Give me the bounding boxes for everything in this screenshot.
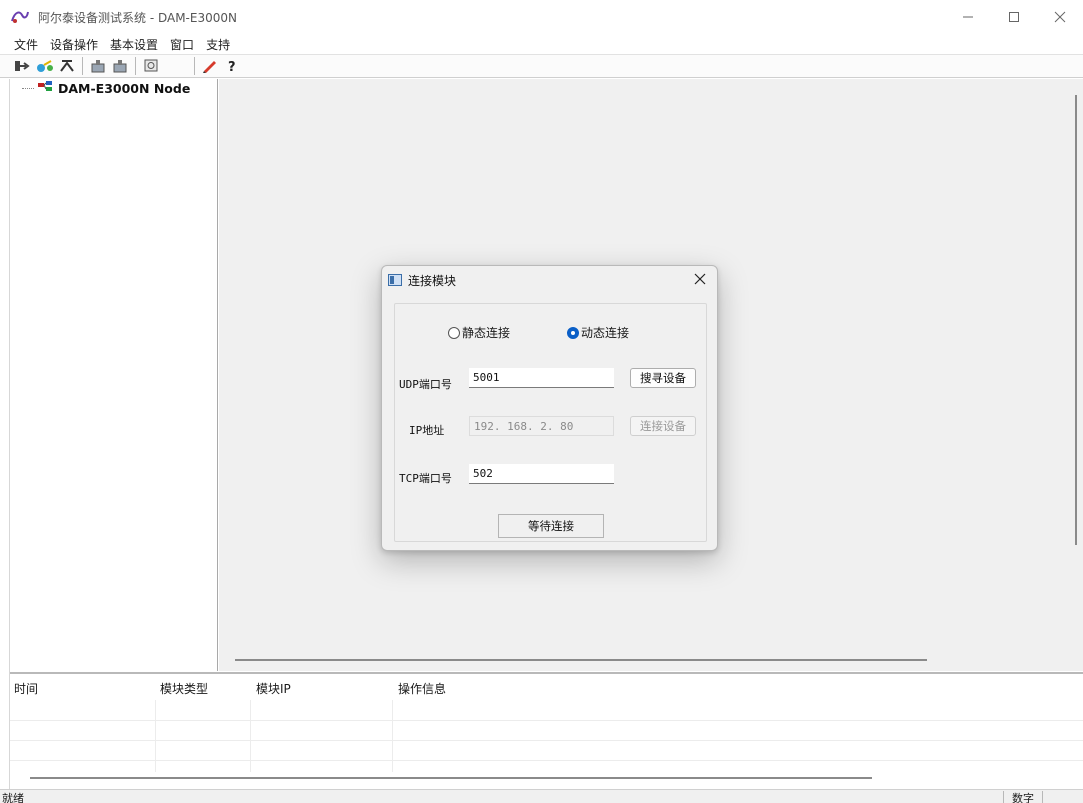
status-divider <box>1003 791 1004 803</box>
toolbar: ? <box>0 54 1083 78</box>
monitor-icon[interactable] <box>140 56 162 76</box>
tcp-port-label: TCP端口号 <box>399 472 452 485</box>
help-icon[interactable]: ? <box>221 56 243 76</box>
minimize-icon <box>963 16 973 18</box>
tree-node-label: DAM-E3000N Node <box>58 81 191 96</box>
module-config-icon[interactable] <box>87 56 109 76</box>
radio-dynamic-connection[interactable]: 动态连接 <box>567 324 629 341</box>
title-bar: 阿尔泰设备测试系统 - DAM-E3000N <box>0 0 1083 34</box>
close-button[interactable] <box>1037 0 1083 34</box>
log-row-divider <box>10 760 1083 761</box>
search-device-button[interactable]: 搜寻设备 <box>630 368 696 388</box>
radio-circle-selected <box>567 326 579 339</box>
module-config-2-icon[interactable] <box>109 56 131 76</box>
status-num-indicator: 数字 <box>1012 792 1034 803</box>
app-window: 阿尔泰设备测试系统 - DAM-E3000N 文件 设备操作 基本设置 窗口 支… <box>0 0 1083 803</box>
close-icon <box>694 273 706 285</box>
pen-icon[interactable] <box>199 56 221 76</box>
status-text: 就绪 <box>2 792 24 803</box>
connect-icon[interactable] <box>12 56 34 76</box>
log-row-divider <box>10 720 1083 721</box>
network-icon[interactable] <box>34 56 56 76</box>
toolbar-separator <box>135 57 136 75</box>
radio-dynamic-label: 动态连接 <box>581 326 630 340</box>
connect-module-dialog: 连接模块 静态连接 动态连接 UDP端口号 5001 搜寻设备 IP地址 192… <box>381 265 718 551</box>
log-col-divider <box>250 700 251 772</box>
connection-group: 静态连接 动态连接 UDP端口号 5001 搜寻设备 IP地址 192. 168… <box>394 303 707 542</box>
ip-address-label: IP地址 <box>409 424 445 437</box>
log-col-module-type[interactable]: 模块类型 <box>160 680 208 697</box>
udp-port-input[interactable]: 5001 <box>469 368 614 388</box>
disconnect-icon[interactable] <box>56 56 78 76</box>
svg-text:?: ? <box>228 60 236 73</box>
workspace-vertical-scrollbar[interactable] <box>1075 95 1077 545</box>
minimize-button[interactable] <box>945 0 991 34</box>
log-col-divider <box>155 700 156 772</box>
menu-basic-settings[interactable]: 基本设置 <box>104 36 164 53</box>
tree-pane: DAM-E3000N Node <box>10 79 218 671</box>
tcp-port-input[interactable]: 502 <box>469 464 614 484</box>
dialog-title-bar: 连接模块 <box>382 266 717 294</box>
maximize-icon <box>1009 12 1019 22</box>
window-title: 阿尔泰设备测试系统 - DAM-E3000N <box>38 10 237 25</box>
log-row-divider <box>10 740 1083 741</box>
node-icon <box>38 81 54 96</box>
status-divider <box>1042 791 1043 803</box>
close-icon <box>1054 11 1066 23</box>
udp-port-label: UDP端口号 <box>399 378 452 391</box>
dialog-title: 连接模块 <box>408 273 457 288</box>
menu-window[interactable]: 窗口 <box>164 36 200 53</box>
ip-address-input[interactable]: 192. 168. 2. 80 <box>469 416 614 436</box>
dialog-icon <box>388 274 402 286</box>
log-table <box>10 700 1083 772</box>
log-col-divider <box>392 700 393 772</box>
toolbar-separator <box>82 57 83 75</box>
log-col-time[interactable]: 时间 <box>14 680 38 697</box>
log-header: 时间 模块类型 模块IP 操作信息 <box>10 680 1083 696</box>
app-icon <box>10 7 32 27</box>
radio-static-connection[interactable]: 静态连接 <box>448 324 510 341</box>
menu-support[interactable]: 支持 <box>200 36 236 53</box>
window-controls <box>945 0 1083 34</box>
tree-node-root[interactable]: DAM-E3000N Node <box>22 81 190 96</box>
left-edge-panel <box>0 79 10 789</box>
toolbar-spacer <box>162 56 190 76</box>
log-col-module-ip[interactable]: 模块IP <box>256 680 291 697</box>
workspace-horizontal-scrollbar[interactable] <box>235 659 927 661</box>
menu-bar: 文件 设备操作 基本设置 窗口 支持 <box>0 34 1083 54</box>
log-pane: 时间 模块类型 模块IP 操作信息 <box>10 672 1083 789</box>
wait-connection-button[interactable]: 等待连接 <box>498 514 604 538</box>
log-col-operation-info[interactable]: 操作信息 <box>398 680 446 697</box>
status-bar: 就绪 数字 <box>0 789 1083 803</box>
dialog-close-button[interactable] <box>691 270 709 288</box>
radio-static-label: 静态连接 <box>462 326 511 340</box>
log-horizontal-scrollbar[interactable] <box>30 777 872 779</box>
menu-device-ops[interactable]: 设备操作 <box>44 36 104 53</box>
tree-connector <box>22 88 34 89</box>
connect-device-button[interactable]: 连接设备 <box>630 416 696 436</box>
toolbar-separator <box>194 57 195 75</box>
radio-circle <box>448 326 460 339</box>
maximize-button[interactable] <box>991 0 1037 34</box>
menu-file[interactable]: 文件 <box>8 36 44 53</box>
